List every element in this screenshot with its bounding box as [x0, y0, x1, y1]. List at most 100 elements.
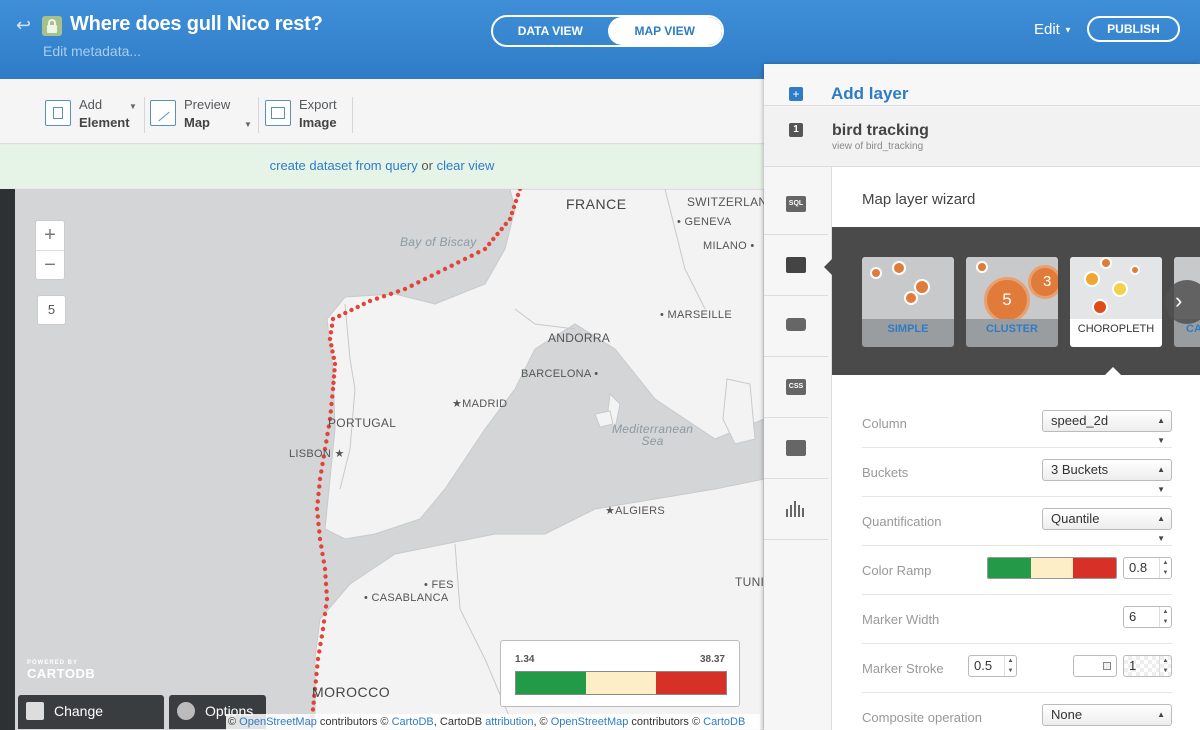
track-point	[476, 250, 481, 255]
layer-name[interactable]: bird tracking	[832, 122, 929, 140]
track-point	[491, 236, 496, 242]
add-element-button[interactable]: Add Element ▼	[45, 96, 140, 132]
label-bay-of-biscay: Bay of Biscay	[400, 235, 477, 249]
chevron-right-icon[interactable]: ›	[1165, 280, 1200, 324]
tab-sql[interactable]: SQL	[764, 174, 828, 235]
track-point	[355, 304, 360, 310]
tab-filters[interactable]	[764, 479, 828, 540]
prop-marker-stroke: Marker Stroke 0.5 ▲ ▼ 1 ▲ ▼	[862, 644, 1172, 693]
legend-max: 38.37	[699, 654, 725, 665]
marker-stroke-label: Marker Stroke	[862, 661, 944, 676]
type-simple[interactable]: SIMPLE	[862, 257, 954, 347]
attribution-link[interactable]: attribution	[485, 716, 533, 728]
add-layer-bar[interactable]: + Add layer	[764, 64, 1200, 106]
track-point	[367, 298, 373, 304]
create-dataset-link[interactable]: create dataset from query	[270, 158, 418, 173]
quantification-select-value: Quantile	[1051, 511, 1100, 526]
prop-column: Column speed_2d ▲ ▼	[862, 399, 1172, 448]
cluster-badge-small: 3	[1028, 265, 1058, 299]
openstreetmap-link[interactable]: OpenStreetMap	[551, 716, 629, 728]
track-point	[330, 394, 335, 399]
tab-infowindow[interactable]	[764, 296, 828, 357]
track-point	[361, 301, 366, 307]
change-basemap-button[interactable]: Change basemap	[18, 695, 164, 729]
type-category-label: CA	[1186, 323, 1200, 335]
label-andorra: ANDORRA	[548, 331, 611, 345]
zoom-in-button[interactable]: +	[36, 221, 64, 250]
edit-menu[interactable]: Edit ▼	[1034, 21, 1072, 38]
column-select[interactable]: speed_2d ▲ ▼	[1042, 410, 1172, 445]
layer-source: view of bird_tracking	[832, 141, 924, 152]
quantification-select[interactable]: Quantile ▲ ▼	[1042, 508, 1172, 543]
ramp-opacity-stepper[interactable]: 0.8 ▲ ▼	[1123, 557, 1172, 579]
composite-select[interactable]: None ▲▼	[1042, 704, 1172, 726]
wizard-pointer	[824, 259, 832, 275]
track-point	[449, 263, 454, 268]
data-view-tab[interactable]: DATA VIEW	[493, 17, 608, 45]
color-ramp-label: Color Ramp	[862, 563, 932, 578]
type-choropleth[interactable]: CHOROPLETH	[1070, 257, 1162, 347]
track-point	[315, 664, 320, 669]
map-title[interactable]: Where does gull Nico rest?	[70, 13, 323, 36]
export-image-label: Export Image	[299, 97, 337, 130]
add-layer-button[interactable]: Add layer	[831, 84, 908, 104]
back-arrow-icon[interactable]: ↩	[16, 16, 34, 34]
marker-width-stepper[interactable]: 6 ▲ ▼	[1123, 606, 1172, 628]
stepper-arrows-icon[interactable]: ▲ ▼	[1159, 656, 1171, 676]
map-view-tab[interactable]: MAP VIEW	[607, 17, 722, 45]
track-point	[320, 626, 326, 632]
stroke-opacity-value: 1	[1129, 658, 1137, 673]
edit-metadata-link[interactable]: Edit metadata...	[43, 43, 141, 59]
composite-select-value: None	[1051, 707, 1083, 722]
label-portugal: PORTUGAL	[328, 416, 397, 430]
lock-icon[interactable]	[42, 16, 62, 36]
stroke-width-value: 0.5	[974, 658, 993, 673]
color-ramp-picker[interactable]	[987, 557, 1117, 579]
stepper-arrows-icon[interactable]: ▲ ▼	[1004, 656, 1016, 676]
clear-view-link[interactable]: clear view	[437, 158, 495, 173]
buckets-select[interactable]: 3 Buckets ▲ ▼	[1042, 459, 1172, 494]
preview-map-button[interactable]: Preview Map ▼	[150, 96, 252, 132]
tab-wizard[interactable]	[764, 235, 828, 296]
track-point	[329, 343, 334, 348]
type-cluster[interactable]: 5 3 CLUSTER	[966, 257, 1058, 347]
label-fes: • FES	[424, 579, 454, 591]
track-point	[317, 476, 323, 482]
openstreetmap-link[interactable]: OpenStreetMap	[239, 716, 317, 728]
cartodb-logo: POWERED BY CARTODB	[27, 660, 95, 681]
map-layer-wizard: Map layer wizard SIMPLE 5 3 CLUSTER CHOR…	[824, 167, 1200, 730]
export-image-button[interactable]: Export Image	[265, 96, 350, 132]
stepper-arrows-icon[interactable]: ▲ ▼	[1159, 558, 1171, 578]
layer-header[interactable]: 1 bird tracking view of bird_tracking	[764, 107, 1200, 167]
layer-side-tabs: SQL CSS	[764, 174, 828, 540]
stepper-arrows-icon[interactable]: ▲ ▼	[1159, 607, 1171, 627]
preview-map-label: Preview Map	[184, 97, 231, 130]
map-toolbar: Add Element ▼ Preview Map ▼ Export Image	[0, 79, 764, 144]
track-point	[395, 289, 401, 294]
quantification-label: Quantification	[862, 514, 942, 529]
zoom-out-button[interactable]: −	[36, 250, 64, 279]
label-algiers: ★ALGIERS	[605, 505, 665, 517]
track-point	[316, 521, 321, 527]
track-point	[310, 707, 316, 712]
stroke-color-picker[interactable]	[1073, 655, 1117, 677]
filters-icon	[786, 501, 806, 517]
stroke-opacity-stepper[interactable]: 1 ▲ ▼	[1123, 655, 1172, 677]
sql-icon: SQL	[786, 196, 806, 212]
wizard-title: Map layer wizard	[862, 191, 976, 208]
cartodb-link[interactable]: CartoDB	[703, 716, 745, 728]
zoom-control: + −	[35, 220, 65, 280]
stroke-width-stepper[interactable]: 0.5 ▲ ▼	[968, 655, 1017, 677]
track-point	[314, 506, 320, 512]
cartodb-link[interactable]: CartoDB	[392, 716, 434, 728]
publish-button[interactable]: PUBLISH	[1087, 16, 1180, 42]
track-point	[331, 355, 336, 360]
track-point	[507, 216, 513, 222]
track-point	[329, 323, 335, 328]
tab-css[interactable]: CSS	[764, 357, 828, 418]
track-point	[422, 276, 428, 282]
composite-label: Composite operation	[862, 710, 982, 725]
track-point	[429, 273, 434, 278]
tab-legend[interactable]	[764, 418, 828, 479]
track-point	[324, 589, 329, 594]
